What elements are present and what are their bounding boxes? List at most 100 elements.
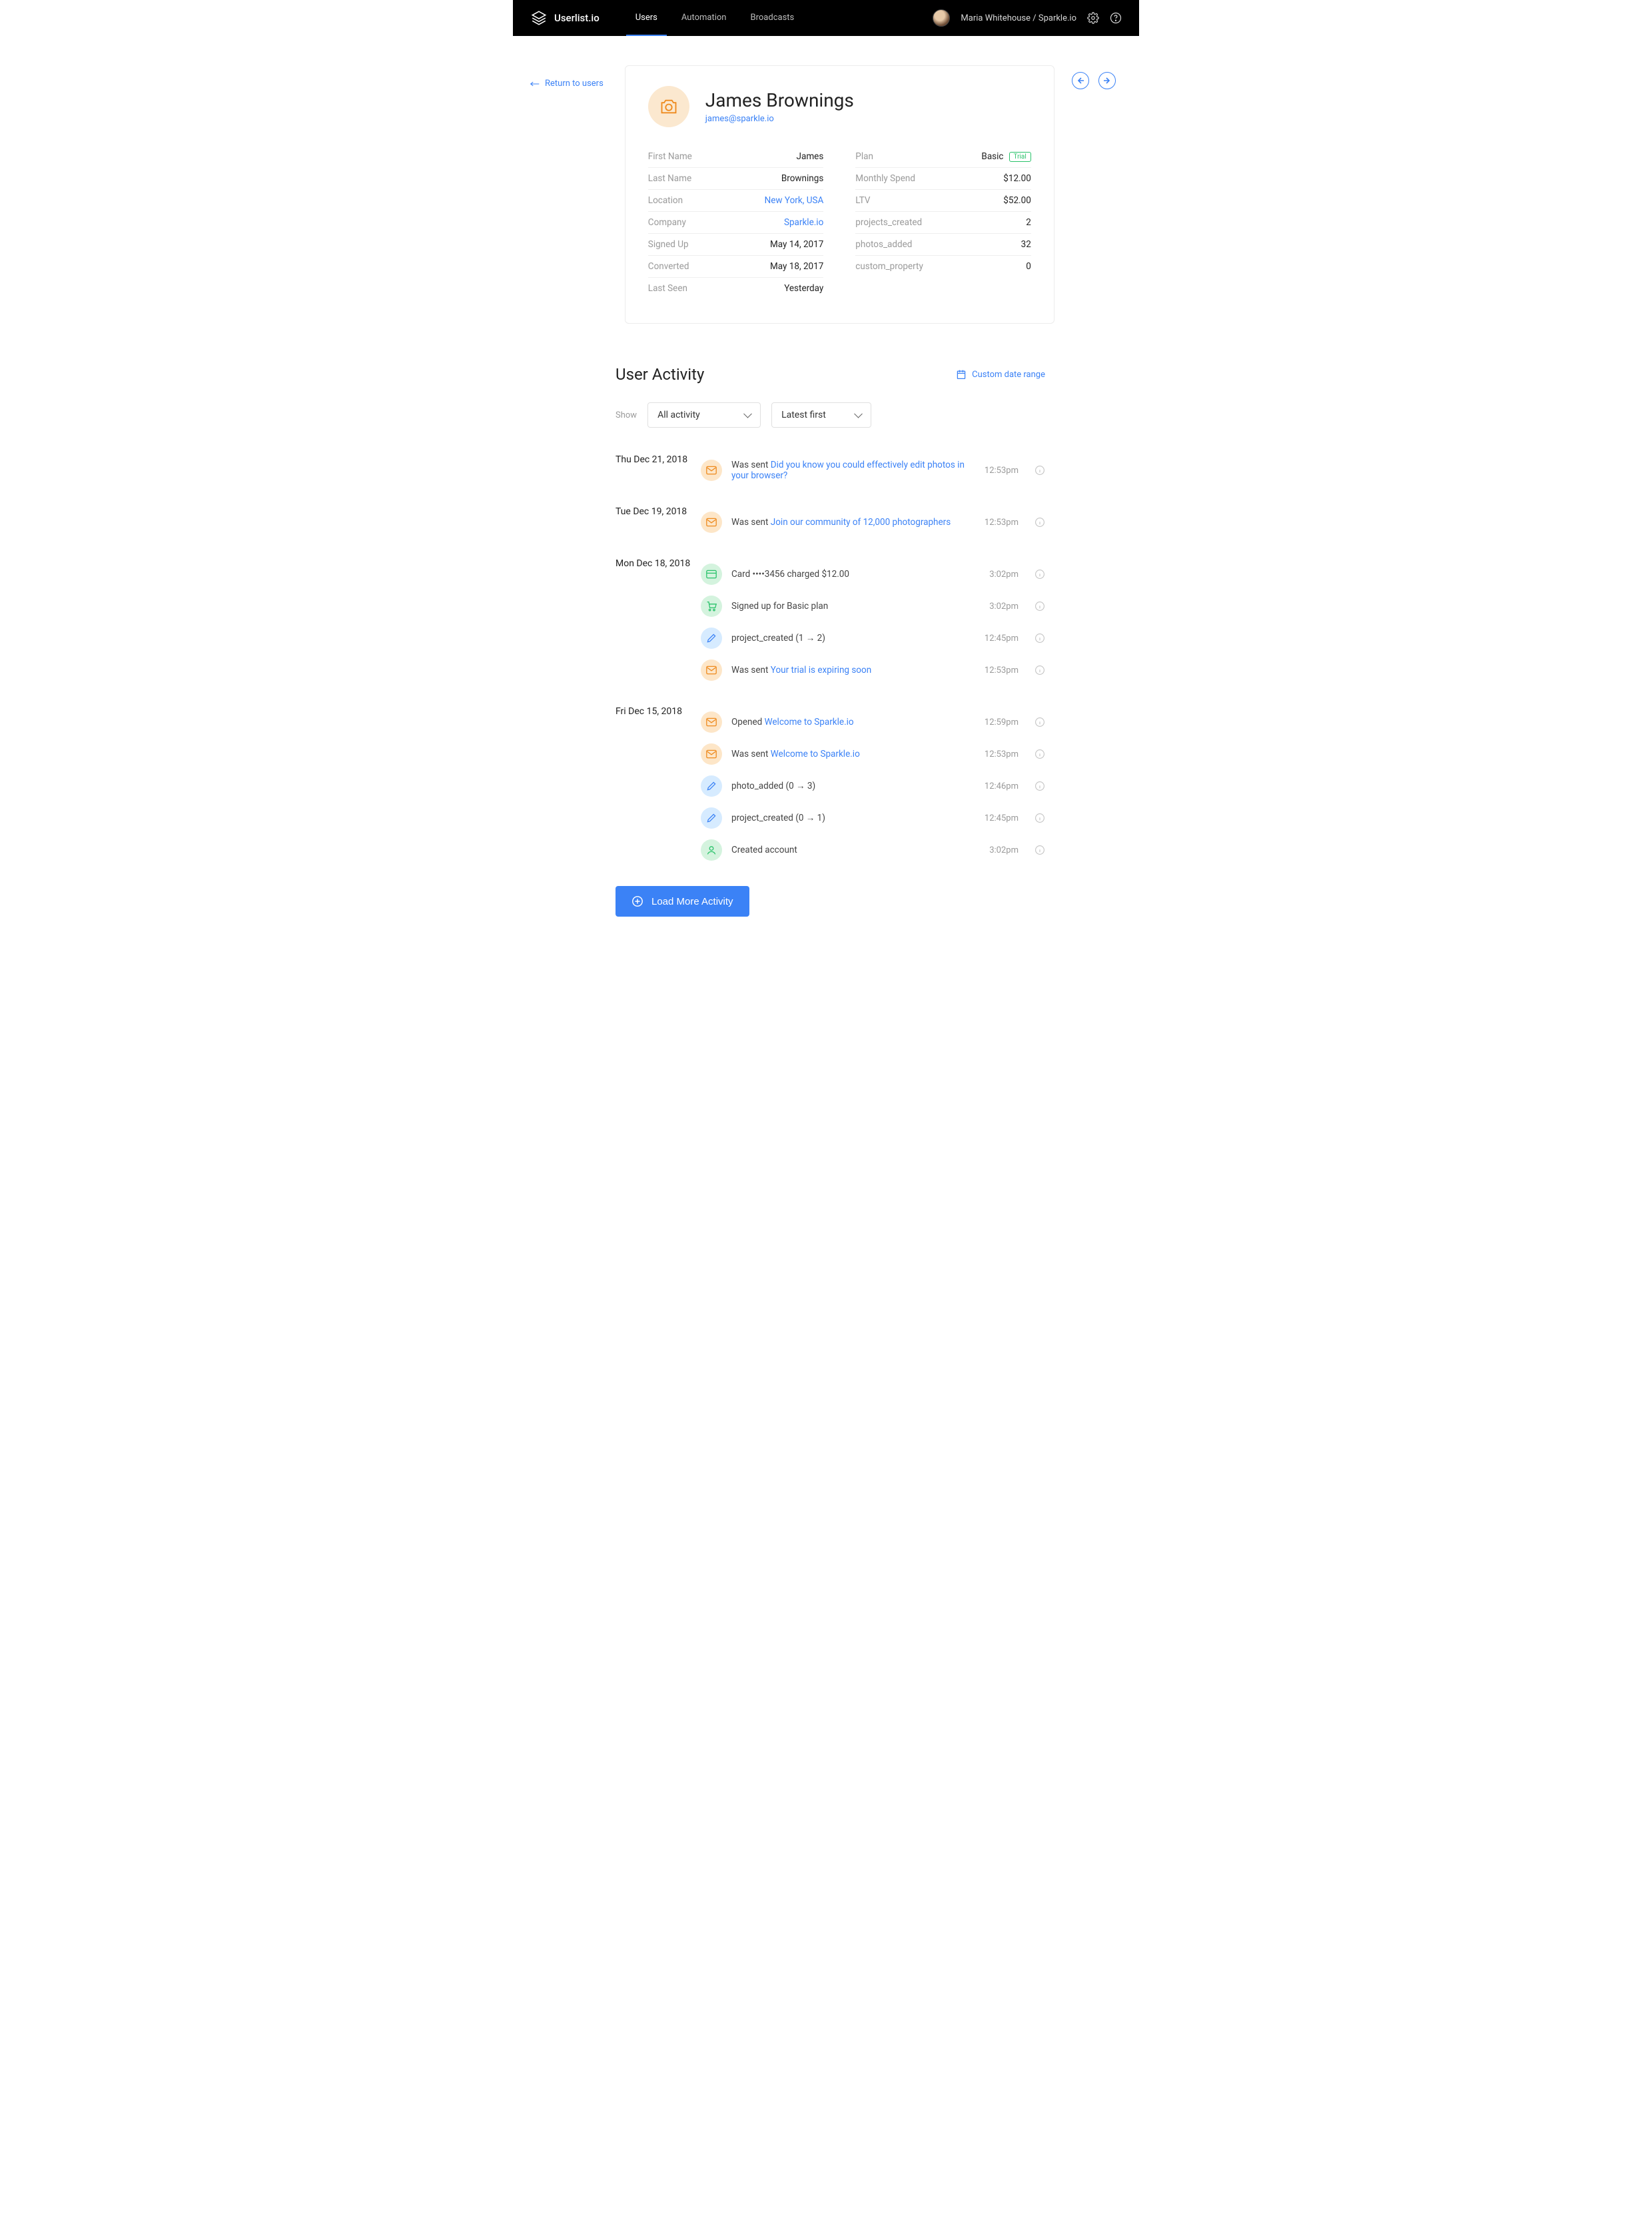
return-to-users-link[interactable]: Return to users bbox=[530, 79, 604, 89]
camera-icon bbox=[659, 98, 678, 115]
detail-row: Signed Up May 14, 2017 bbox=[648, 234, 824, 256]
detail-row: Location New York, USA bbox=[648, 190, 824, 212]
detail-label: LTV bbox=[855, 195, 870, 206]
nav-tab-automation[interactable]: Automation bbox=[672, 0, 736, 36]
load-more-button[interactable]: Load More Activity bbox=[616, 886, 749, 917]
mail-icon bbox=[701, 743, 722, 765]
detail-value[interactable]: Sparkle.io bbox=[784, 217, 823, 228]
nav-tab-broadcasts[interactable]: Broadcasts bbox=[741, 0, 804, 36]
detail-value: James bbox=[797, 151, 824, 162]
activity-day: Tue Dec 19, 2018Was sent Join our commun… bbox=[616, 506, 1045, 538]
info-icon[interactable] bbox=[1034, 845, 1045, 855]
activity-time: 12:45pm bbox=[985, 634, 1019, 644]
activity-text: project_created (1 → 2) bbox=[731, 633, 975, 644]
mail-icon bbox=[701, 711, 722, 733]
info-icon[interactable] bbox=[1034, 717, 1045, 727]
detail-label: Signed Up bbox=[648, 239, 689, 250]
activity-sort-select[interactable]: Latest first bbox=[771, 402, 871, 428]
brand-label: Userlist.io bbox=[554, 12, 600, 24]
detail-value: May 18, 2017 bbox=[770, 261, 823, 272]
info-icon[interactable] bbox=[1034, 569, 1045, 580]
avatar[interactable] bbox=[933, 9, 950, 27]
info-icon[interactable] bbox=[1034, 465, 1045, 476]
nav-tab-users[interactable]: Users bbox=[626, 0, 667, 36]
user-avatar bbox=[648, 86, 689, 127]
info-icon[interactable] bbox=[1034, 749, 1045, 759]
detail-value: Yesterday bbox=[784, 283, 823, 294]
detail-label: Converted bbox=[648, 261, 689, 272]
detail-row: Last NameBrownings bbox=[648, 168, 824, 190]
detail-label: Location bbox=[648, 195, 683, 206]
help-icon[interactable] bbox=[1110, 12, 1122, 24]
info-icon[interactable] bbox=[1034, 633, 1045, 644]
detail-row: Monthly Spend$12.00 bbox=[855, 168, 1031, 190]
detail-label: Plan bbox=[855, 151, 873, 162]
logo-layers-icon bbox=[530, 9, 548, 27]
mail-icon bbox=[701, 660, 722, 681]
activity-link[interactable]: Welcome to Sparkle.io bbox=[771, 749, 860, 759]
detail-label: First Name bbox=[648, 151, 692, 162]
next-user-button[interactable] bbox=[1098, 72, 1116, 89]
info-icon[interactable] bbox=[1034, 813, 1045, 823]
details-left-col: First NameJamesLast NameBrowningsLocatio… bbox=[648, 146, 824, 299]
detail-label: custom_property bbox=[855, 261, 923, 272]
detail-value: 0 bbox=[1026, 261, 1031, 272]
details-right-col: PlanBasicTrialMonthly Spend$12.00 LTV $52.… bbox=[855, 146, 1031, 299]
activity-date: Thu Dec 21, 2018 bbox=[616, 454, 701, 486]
brand[interactable]: Userlist.io bbox=[530, 9, 600, 27]
user-profile-card: James Brownings james@sparkle.io First N… bbox=[625, 65, 1054, 324]
detail-label: Last Seen bbox=[648, 283, 687, 294]
activity-time: 12:53pm bbox=[985, 749, 1019, 759]
gear-icon[interactable] bbox=[1087, 12, 1099, 24]
activity-link[interactable]: Join our community of 12,000 photographe… bbox=[771, 517, 951, 528]
detail-row: CompanySparkle.io bbox=[648, 212, 824, 234]
activity-text: photo_added (0 → 3) bbox=[731, 781, 975, 791]
load-more-label: Load More Activity bbox=[651, 896, 733, 907]
arrow-left-icon bbox=[1076, 77, 1084, 85]
activity-time: 3:02pm bbox=[989, 570, 1019, 580]
activity-text: Was sent Your trial is expiring soon bbox=[731, 665, 975, 675]
activity-link[interactable]: Your trial is expiring soon bbox=[771, 665, 871, 675]
user-name: James Brownings bbox=[705, 89, 854, 111]
detail-row: photos_added32 bbox=[855, 234, 1031, 256]
mail-icon bbox=[701, 512, 722, 533]
prev-user-button[interactable] bbox=[1072, 72, 1089, 89]
trial-badge: Trial bbox=[1009, 152, 1031, 162]
info-icon[interactable] bbox=[1034, 517, 1045, 528]
activity-item: Card ••••3456 charged $12.00 3:02pm bbox=[701, 558, 1045, 590]
user-email[interactable]: james@sparkle.io bbox=[705, 114, 854, 124]
activity-item: Signed up for Basic plan 3:02pm bbox=[701, 590, 1045, 622]
activity-type-select[interactable]: All activity bbox=[647, 402, 761, 428]
activity-text: Card ••••3456 charged $12.00 bbox=[731, 569, 980, 580]
detail-value: May 14, 2017 bbox=[770, 239, 823, 250]
detail-label: projects_created bbox=[855, 217, 922, 228]
user-icon bbox=[701, 839, 722, 861]
cart-icon bbox=[701, 596, 722, 617]
activity-text: Signed up for Basic plan bbox=[731, 601, 980, 612]
activity-text: Was sent Welcome to Sparkle.io bbox=[731, 749, 975, 759]
custom-date-range-link[interactable]: Custom date range bbox=[956, 369, 1045, 380]
detail-value: $52.00 bbox=[1003, 195, 1031, 206]
detail-value[interactable]: New York, USA bbox=[765, 195, 824, 206]
info-icon[interactable] bbox=[1034, 781, 1045, 791]
info-icon[interactable] bbox=[1034, 601, 1045, 612]
activity-link[interactable]: Welcome to Sparkle.io bbox=[765, 717, 854, 727]
pencil-icon bbox=[701, 628, 722, 649]
navbar: Userlist.io UsersAutomationBroadcasts Ma… bbox=[513, 0, 1139, 36]
detail-value: $12.00 bbox=[1003, 173, 1031, 184]
info-icon[interactable] bbox=[1034, 665, 1045, 675]
activity-time: 12:46pm bbox=[985, 781, 1019, 791]
activity-text: Opened Welcome to Sparkle.io bbox=[731, 717, 975, 727]
plus-circle-icon bbox=[631, 895, 643, 907]
activity-text: Was sent Did you know you could effectiv… bbox=[731, 460, 975, 481]
pencil-icon bbox=[701, 775, 722, 797]
detail-row: Last Seen Yesterday bbox=[648, 278, 824, 299]
activity-time: 3:02pm bbox=[989, 602, 1019, 612]
mail-icon bbox=[701, 460, 722, 481]
detail-row: PlanBasicTrial bbox=[855, 146, 1031, 168]
activity-item: Was sent Your trial is expiring soon 12:5… bbox=[701, 654, 1045, 686]
arrow-right-icon bbox=[1103, 77, 1111, 85]
activity-time: 12:53pm bbox=[985, 666, 1019, 675]
activity-date: Tue Dec 19, 2018 bbox=[616, 506, 701, 538]
account-label[interactable]: Maria Whitehouse / Sparkle.io bbox=[961, 13, 1076, 23]
